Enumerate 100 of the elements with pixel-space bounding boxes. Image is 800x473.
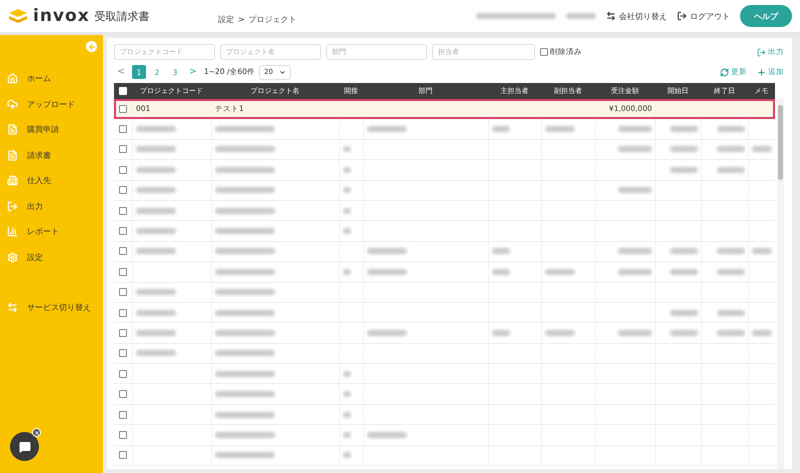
redacted-text (215, 310, 275, 316)
redacted-text (618, 268, 652, 275)
redacted-text (136, 350, 176, 356)
redacted-text (343, 391, 351, 398)
chat-button[interactable] (10, 432, 39, 461)
breadcrumb-item: 設定 (218, 14, 234, 24)
building-icon (7, 175, 18, 186)
redacted-text (670, 166, 698, 173)
row-checkbox[interactable] (119, 328, 127, 337)
logo-icon (8, 8, 28, 24)
document-icon (7, 150, 18, 161)
row-checkbox[interactable] (119, 288, 127, 296)
redacted-text (670, 126, 698, 132)
chevron-down-icon (278, 68, 286, 76)
redacted-text (136, 289, 176, 296)
redacted-text (618, 248, 652, 254)
redacted-text (566, 13, 596, 19)
redacted-text (717, 330, 745, 336)
sidebar-item[interactable]: 購買申請 (0, 117, 103, 142)
redacted-text (343, 228, 351, 234)
logout-icon (677, 11, 687, 21)
redacted-text (670, 330, 698, 336)
switch-link[interactable]: 会社切り替え (606, 10, 667, 22)
redacted-text (215, 146, 275, 152)
row-checkbox[interactable] (119, 430, 127, 439)
redacted-text (492, 126, 510, 132)
logout-link[interactable]: ログアウト (677, 10, 730, 22)
export-icon (7, 200, 18, 212)
redacted-text (343, 432, 351, 438)
product-name: 受取請求書 (94, 8, 150, 24)
redacted-text (717, 146, 745, 152)
settings-icon (7, 252, 18, 263)
close-icon[interactable] (32, 428, 41, 437)
redacted-text (215, 350, 275, 356)
sidebar-item[interactable]: 仕入先 (0, 168, 103, 194)
row-checkbox[interactable] (119, 349, 127, 358)
redacted-text (670, 146, 698, 152)
scrollbar[interactable] (777, 99, 784, 469)
redacted-text (367, 126, 407, 132)
chat-icon (18, 440, 30, 452)
row-checkbox[interactable] (119, 145, 127, 154)
sidebar-item[interactable]: アップロード (0, 92, 103, 117)
row-checkbox[interactable] (119, 247, 127, 256)
row-checkbox[interactable] (119, 268, 127, 276)
row-checkbox[interactable] (119, 104, 127, 113)
redacted-text (545, 268, 575, 275)
redacted-text (136, 248, 176, 254)
redacted-text (136, 126, 176, 132)
redacted-text (343, 452, 351, 458)
sidebar-item[interactable]: レポート (0, 219, 103, 244)
redacted-text (215, 452, 275, 458)
previous-page-button[interactable]: < (114, 67, 128, 77)
sidebar-item[interactable]: ホーム (0, 66, 103, 92)
refresh-icon (720, 68, 729, 76)
row-checkbox[interactable] (119, 410, 127, 419)
redacted-text (670, 310, 698, 316)
row-checkbox[interactable] (119, 206, 127, 215)
sidebar-item[interactable]: 出力 (0, 194, 103, 219)
redacted-text (545, 126, 575, 132)
sidebar-item[interactable]: 請求書 (0, 142, 103, 168)
redacted-text (492, 248, 510, 254)
export-icon (757, 48, 766, 56)
breadcrumb-separator: > (238, 14, 245, 24)
row-checkbox[interactable] (119, 186, 127, 194)
row-checkbox[interactable] (119, 451, 127, 460)
redacted-text (367, 432, 407, 438)
redacted-text (343, 412, 351, 418)
redacted-text (343, 268, 351, 275)
bar-chart-icon (7, 226, 18, 238)
swap-icon (7, 302, 18, 314)
plus-icon (757, 68, 766, 76)
redacted-text (136, 228, 176, 234)
cloud-upload-icon (7, 98, 18, 110)
select-all-checkbox[interactable] (119, 87, 127, 95)
redacted-text (215, 330, 275, 336)
checkbox[interactable] (540, 48, 548, 56)
redacted-text (136, 187, 176, 194)
row-checkbox[interactable] (119, 166, 127, 174)
redacted-text (343, 166, 351, 173)
redacted-text (343, 370, 351, 377)
redacted-text (545, 330, 575, 336)
redacted-text (618, 146, 652, 152)
row-checkbox[interactable] (119, 125, 127, 134)
redacted-text (215, 268, 275, 275)
swap-icon (606, 11, 616, 21)
home-icon (7, 73, 18, 84)
row-checkbox[interactable] (119, 370, 127, 378)
redacted-text (215, 432, 275, 438)
redacted-text (136, 330, 176, 336)
redacted-text (215, 126, 275, 132)
redacted-text (343, 187, 351, 194)
row-checkbox[interactable] (119, 390, 127, 398)
redacted-text (752, 248, 772, 254)
row-checkbox[interactable] (119, 227, 127, 236)
redacted-text (717, 126, 745, 132)
redacted-text (367, 268, 407, 275)
redacted-text (136, 166, 176, 173)
sidebar-item[interactable]: 設定 (0, 244, 103, 270)
row-checkbox[interactable] (119, 308, 127, 317)
sidebar-item[interactable]: サービス切り替え (0, 295, 103, 320)
